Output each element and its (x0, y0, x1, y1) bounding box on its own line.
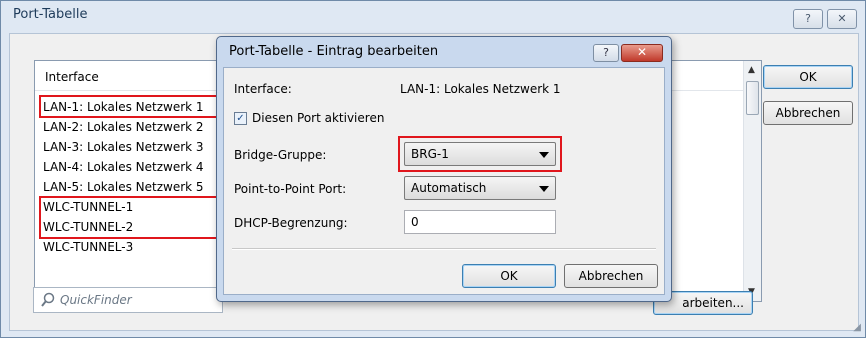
highlight-wlc-tunnels (39, 196, 219, 239)
list-item[interactable]: LAN-3: Lokales Netzwerk 3 (43, 137, 204, 157)
list-item[interactable]: LAN-5: Lokales Netzwerk 5 (43, 177, 204, 197)
dialog-divider (232, 248, 656, 250)
p2p-port-label: Point-to-Point Port: (234, 182, 347, 196)
highlight-bridge-group (398, 136, 562, 172)
enable-port-checkbox[interactable]: ✓ (234, 112, 247, 125)
help-button[interactable]: ? (793, 9, 823, 29)
scroll-thumb[interactable] (746, 81, 759, 115)
dialog-close-button[interactable]: ✕ (621, 44, 663, 62)
enable-port-label[interactable]: Diesen Port aktivieren (252, 111, 384, 125)
list-item[interactable]: LAN-2: Lokales Netzwerk 2 (43, 117, 204, 137)
help-icon: ? (805, 12, 811, 25)
close-button[interactable]: ✕ (827, 9, 857, 29)
list-item[interactable]: LAN-4: Lokales Netzwerk 4 (43, 157, 204, 177)
interface-label: Interface: (234, 82, 292, 96)
list-item[interactable]: WLC-TUNNEL-3 (43, 237, 133, 257)
dhcp-limit-input[interactable]: 0 (404, 210, 556, 234)
close-icon: ✕ (636, 45, 648, 59)
help-icon: ? (603, 46, 609, 59)
p2p-port-value: Automatisch (411, 181, 487, 195)
quickfinder-input[interactable]: QuickFinder (33, 287, 223, 313)
interface-value: LAN-1: Lokales Netzwerk 1 (400, 82, 561, 96)
chevron-down-icon (539, 186, 549, 192)
list-scrollbar[interactable]: ▲ ▼ (743, 61, 761, 301)
cancel-button[interactable]: Abbrechen (763, 101, 853, 125)
dhcp-limit-label: DHCP-Begrenzung: (234, 216, 348, 230)
checkmark-icon: ✓ (236, 113, 245, 124)
window-title: Port-Tabelle (13, 7, 88, 22)
resize-grip-icon[interactable]: ◢ (853, 322, 861, 333)
scroll-up-icon[interactable]: ▲ (748, 65, 755, 75)
edit-entry-dialog: Port-Tabelle - Eintrag bearbeiten ? ✕ In… (216, 36, 672, 302)
dialog-content: Interface: LAN-1: Lokales Netzwerk 1 ✓ D… (223, 67, 665, 295)
bridge-group-label: Bridge-Gruppe: (234, 148, 327, 162)
dialog-ok-button[interactable]: OK (462, 264, 556, 288)
dialog-cancel-button[interactable]: Abbrechen (564, 264, 658, 288)
dialog-title: Port-Tabelle - Eintrag bearbeiten (229, 44, 439, 59)
highlight-lan1 (39, 95, 219, 118)
dialog-help-button[interactable]: ? (593, 44, 619, 62)
search-icon (41, 292, 55, 307)
p2p-port-select[interactable]: Automatisch (404, 176, 556, 200)
quickfinder-placeholder: QuickFinder (60, 293, 132, 307)
close-icon: ✕ (837, 12, 847, 25)
ok-button[interactable]: OK (763, 65, 853, 89)
column-header-interface: Interface (45, 70, 99, 84)
